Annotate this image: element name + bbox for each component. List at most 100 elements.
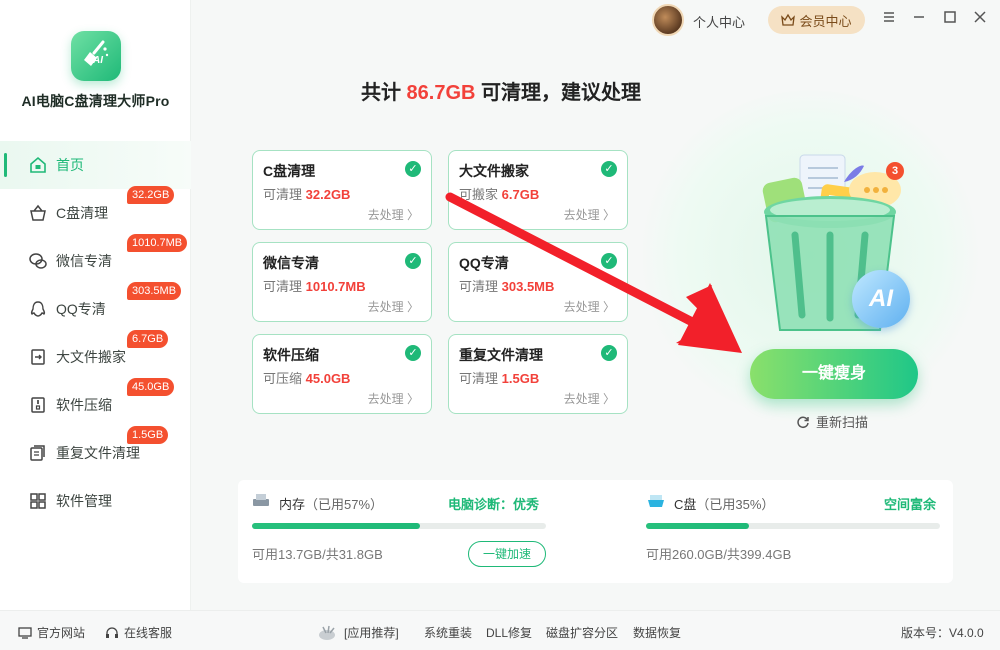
go-process-link[interactable]: 去处理 〉 — [564, 390, 615, 407]
headline-suffix: 可清理，建议处理 — [475, 82, 642, 104]
size-badge: 32.2GB — [127, 186, 175, 204]
sidebar-item-large-file-move[interactable]: 大文件搬家 6.7GB — [0, 330, 191, 381]
sidebar-item-label: 首页 — [56, 157, 84, 173]
online-support-link[interactable]: 在线客服 — [105, 624, 172, 641]
sidebar-item-label: QQ专清 — [56, 301, 106, 317]
sidebar-item-label: 软件压缩 — [56, 397, 112, 413]
maximize-icon[interactable] — [941, 10, 959, 28]
card-title: 微信专清 — [263, 255, 319, 271]
logo-ai-text: AI — [93, 55, 103, 66]
footer-website-label: 官方网站 — [37, 626, 86, 640]
card-amount: 可清理 1.5GB — [459, 371, 540, 386]
pointer-arrow-icon — [445, 192, 742, 353]
app-title: AI电脑C盘清理大师Pro — [21, 93, 170, 109]
official-website-link[interactable]: 官方网站 — [18, 624, 85, 641]
size-badge: 1.5GB — [127, 426, 169, 444]
sidebar: AI AI电脑C盘清理大师Pro 首页 C盘清理 32.2GB 微信专清 101… — [0, 0, 191, 610]
sidebar-item-label: 微信专清 — [56, 253, 112, 269]
footer-link-data-recovery[interactable]: 数据恢复 — [633, 624, 681, 641]
footer: 官方网站 在线客服 [应用推荐] 系统重装 DLL修复 磁盘扩容分区 数据恢复 … — [0, 610, 1000, 650]
memory-usage-fill — [252, 523, 420, 529]
version-label: 版本号：V4.0.0 — [901, 626, 984, 640]
sidebar-item-label: 大文件搬家 — [56, 349, 126, 365]
compress-icon — [28, 395, 48, 415]
apps-grid-icon — [28, 491, 48, 511]
rescan-label: 重新扫描 — [816, 415, 869, 430]
card-amount: 可清理 1010.7MB — [263, 279, 366, 294]
sidebar-item-label: 软件管理 — [56, 493, 112, 509]
disk-available: 可用260.0GB/共399.4GB — [646, 547, 792, 562]
sidebar-item-software-manage[interactable]: 软件管理 — [0, 477, 191, 525]
recommend-label: [应用推荐] — [344, 626, 399, 640]
footer-link-system-reinstall[interactable]: 系统重装 — [424, 624, 472, 641]
headline-prefix: 共计 — [360, 82, 407, 104]
pc-diagnosis-status: 电脑诊断：优秀 — [448, 497, 540, 512]
sidebar-item-qq[interactable]: QQ专清 303.5MB — [0, 282, 191, 333]
sidebar-item-label: 重复文件清理 — [56, 445, 140, 461]
one-click-speedup-button[interactable]: 一键加速 — [468, 541, 546, 567]
wechat-icon — [28, 251, 48, 271]
website-icon — [18, 626, 32, 639]
minimize-icon[interactable] — [910, 10, 928, 28]
card-amount: 可清理 32.2GB — [263, 187, 351, 202]
card-c-clean[interactable]: C盘清理 ✓ 可清理 32.2GB 去处理 〉 — [252, 150, 432, 230]
sidebar-item-software-compress[interactable]: 软件压缩 45.0GB — [0, 378, 191, 429]
qq-icon — [28, 299, 48, 319]
avatar[interactable] — [652, 4, 684, 36]
vip-center-button[interactable]: 会员中心 — [768, 6, 865, 34]
check-icon: ✓ — [405, 345, 421, 361]
memory-available: 可用13.7GB/共31.8GB — [252, 547, 383, 562]
card-wechat[interactable]: 微信专清 ✓ 可清理 1010.7MB 去处理 〉 — [252, 242, 432, 322]
notification-badge: 3 — [886, 162, 904, 180]
check-icon: ✓ — [405, 161, 421, 177]
refresh-icon — [797, 416, 809, 428]
memory-label: 内存（已用57%） — [279, 497, 384, 512]
sidebar-item-label: C盘清理 — [56, 205, 109, 221]
menu-icon[interactable] — [880, 10, 898, 28]
sidebar-item-c-clean[interactable]: C盘清理 32.2GB — [0, 186, 191, 237]
go-process-link[interactable]: 去处理 〉 — [368, 298, 419, 315]
one-click-slim-button[interactable]: 一键瘦身 — [750, 349, 918, 399]
close-icon[interactable] — [971, 10, 989, 28]
user-center-link[interactable]: 个人中心 — [693, 12, 745, 31]
total-cleanable-amount: 86.7GB — [406, 82, 476, 104]
card-title: 大文件搬家 — [459, 163, 529, 179]
card-title: 软件压缩 — [263, 347, 319, 363]
disk-usage-bar — [646, 523, 940, 529]
disk-label: C盘（已用35%） — [674, 497, 775, 512]
rescan-button[interactable]: 重新扫描 — [796, 412, 868, 431]
move-file-icon — [28, 347, 48, 367]
go-process-link[interactable]: 去处理 〉 — [368, 390, 419, 407]
go-process-link[interactable]: 去处理 〉 — [368, 206, 419, 223]
sidebar-item-duplicate-clean[interactable]: 重复文件清理 1.5GB — [0, 426, 191, 477]
size-badge: 45.0GB — [127, 378, 175, 396]
vip-label: 会员中心 — [799, 13, 852, 29]
page-title: 共计 86.7GB 可清理，建议处理 — [191, 76, 811, 105]
check-icon: ✓ — [405, 253, 421, 269]
size-badge: 6.7GB — [127, 330, 169, 348]
ai-badge-icon: AI — [852, 270, 910, 328]
footer-link-disk-partition[interactable]: 磁盘扩容分区 — [546, 624, 618, 641]
system-stats-panel: 内存（已用57%） 电脑诊断：优秀 可用13.7GB/共31.8GB 一键加速 … — [238, 480, 953, 583]
footer-support-label: 在线客服 — [124, 626, 173, 640]
sidebar-nav: 首页 C盘清理 32.2GB 微信专清 1010.7MB QQ专清 303.5M… — [0, 141, 191, 525]
app-logo: AI — [71, 31, 121, 81]
card-amount: 可压缩 45.0GB — [263, 371, 351, 386]
card-title: C盘清理 — [263, 163, 316, 179]
card-software-compress[interactable]: 软件压缩 ✓ 可压缩 45.0GB 去处理 〉 — [252, 334, 432, 414]
size-badge: 303.5MB — [127, 282, 182, 300]
headset-icon — [106, 626, 118, 638]
memory-icon — [253, 494, 269, 506]
disk-usage-fill — [646, 523, 749, 529]
sidebar-item-home[interactable]: 首页 — [0, 141, 191, 189]
size-badge: 1010.7MB — [127, 234, 188, 252]
sidebar-item-wechat[interactable]: 微信专清 1010.7MB — [0, 234, 191, 285]
crown-icon — [781, 13, 796, 26]
disk-icon — [648, 495, 664, 507]
memory-usage-bar — [252, 523, 546, 529]
home-icon — [28, 155, 48, 175]
check-icon: ✓ — [601, 161, 617, 177]
duplicate-file-icon — [28, 443, 48, 463]
disk-space-status: 空间富余 — [884, 497, 937, 512]
footer-link-dll-repair[interactable]: DLL修复 — [486, 624, 532, 641]
